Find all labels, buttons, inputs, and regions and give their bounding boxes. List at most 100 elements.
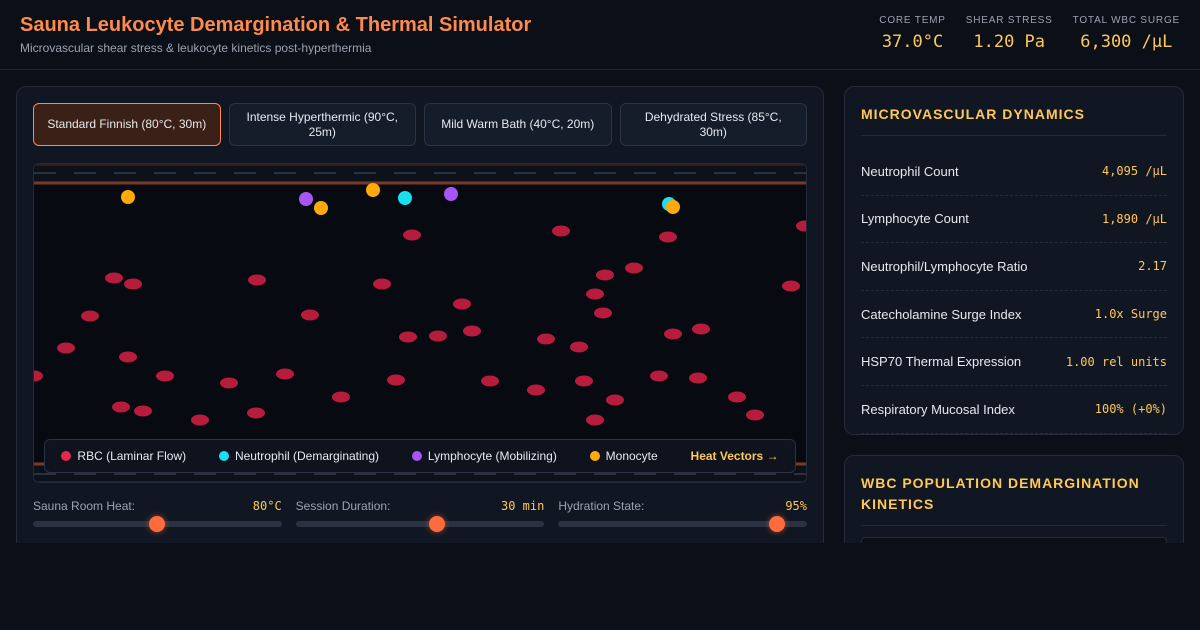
preset-bar: Standard Finnish (80°C, 30m) Intense Hyp… <box>33 103 807 146</box>
hydration-state-slider[interactable] <box>558 516 808 532</box>
sauna-heat-slider-thumb[interactable] <box>149 516 166 532</box>
rbc-cell <box>34 370 43 382</box>
sauna-heat-slider[interactable] <box>33 516 282 532</box>
lymphocyte-cell <box>299 192 313 206</box>
rbc-cell <box>782 280 800 292</box>
session-duration-control: Session Duration: 30 min <box>295 499 545 532</box>
header-stats: CORE TEMP 37.0°C SHEAR STRESS 1.20 Pa TO… <box>879 15 1180 52</box>
legend-neutrophil: Neutrophil (Demarginating) <box>218 449 380 463</box>
cell-legend: RBC (Laminar Flow) Neutrophil (Demargina… <box>44 439 796 473</box>
rbc-cell <box>659 231 677 243</box>
neutrophil-cell <box>398 191 412 205</box>
metric-row: HSP70 Thermal Expression 1.00 rel units <box>861 338 1167 386</box>
rbc-cell <box>156 370 174 382</box>
preset-dehydrated-stress-button[interactable]: Dehydrated Stress (85°C, 30m) <box>619 103 807 146</box>
rbc-cell <box>247 407 265 419</box>
rbc-cell <box>105 272 123 284</box>
metric-row: Respiratory Mucosal Index 100% (+0%) <box>861 386 1167 434</box>
rbc-cell <box>650 370 668 382</box>
lymphocyte-cell <box>444 187 458 201</box>
stat-value: 37.0°C <box>881 32 944 52</box>
metric-label: Catecholamine Surge Index <box>861 306 1022 322</box>
stat-core-temp: CORE TEMP 37.0°C <box>879 15 945 52</box>
preset-standard-finnish-button[interactable]: Standard Finnish (80°C, 30m) <box>33 103 221 146</box>
metric-value: 4,095 /µL <box>1101 164 1167 179</box>
sauna-heat-label: Sauna Room Heat: <box>33 499 136 513</box>
rbc-cell <box>119 351 137 363</box>
rbc-dot-icon <box>61 451 72 461</box>
rbc-cell <box>692 323 710 335</box>
rbc-cell <box>746 409 764 421</box>
monocyte-cell <box>314 201 328 215</box>
metric-value: 1.0x Surge <box>1094 307 1167 322</box>
hydration-state-value: 95% <box>785 499 808 513</box>
metric-row: Neutrophil/Lymphocyte Ratio 2.17 <box>861 243 1167 291</box>
legend-lymphocyte: Lymphocyte (Mobilizing) <box>411 449 557 463</box>
metric-label: HSP70 Thermal Expression <box>861 354 1022 370</box>
heat-vectors-toggle[interactable]: Heat Vectors → <box>691 449 779 463</box>
rbc-cell <box>586 414 604 426</box>
rbc-cell <box>552 225 570 237</box>
metrics-list: Neutrophil Count 4,095 /µL Lymphocyte Co… <box>861 148 1167 434</box>
metric-value: 100% (+0%) <box>1094 402 1167 417</box>
rbc-cell <box>134 405 152 417</box>
rbc-cell <box>301 309 319 321</box>
vessel-svg <box>34 164 806 482</box>
lymphocyte-dot-icon <box>411 451 422 461</box>
metric-value: 2.17 <box>1138 259 1167 274</box>
rbc-cell <box>124 278 142 290</box>
metric-label: Neutrophil/Lymphocyte Ratio <box>861 258 1028 274</box>
rbc-cell <box>481 375 499 387</box>
rbc-cell <box>625 262 643 274</box>
rbc-cell <box>596 269 614 281</box>
control-sliders: Sauna Room Heat: 80°C Session Duration: … <box>33 499 808 532</box>
session-duration-value: 30 min <box>500 499 545 513</box>
hydration-state-slider-thumb[interactable] <box>769 516 786 532</box>
legend-neutrophil-label: Neutrophil (Demarginating) <box>234 449 380 463</box>
metric-label: Lymphocyte Count <box>861 211 969 227</box>
monocyte-dot-icon <box>589 451 600 461</box>
rbc-cell <box>220 377 238 389</box>
panel-title: WBC POPULATION DEMARGINATION KINETICS <box>861 473 1167 526</box>
metric-label: Neutrophil Count <box>861 163 959 179</box>
panel-title: MICROVASCULAR DYNAMICS <box>861 104 1167 136</box>
legend-monocyte-label: Monocyte <box>605 449 658 463</box>
monocyte-cell <box>121 190 135 204</box>
hydration-state-control: Hydration State: 95% <box>558 499 808 532</box>
session-duration-slider[interactable] <box>295 516 545 532</box>
legend-lymphocyte-label: Lymphocyte (Mobilizing) <box>427 449 557 463</box>
cell-layer <box>34 183 806 426</box>
sauna-heat-value: 80°C <box>252 499 282 513</box>
stat-label: CORE TEMP <box>879 15 946 26</box>
legend-rbc: RBC (Laminar Flow) <box>61 449 186 463</box>
simulator-panel: Standard Finnish (80°C, 30m) Intense Hyp… <box>16 86 824 556</box>
rbc-cell <box>606 394 624 406</box>
hydration-state-label: Hydration State: <box>558 499 645 513</box>
rbc-cell <box>57 342 75 354</box>
monocyte-cell <box>666 200 680 214</box>
rbc-cell <box>570 341 588 353</box>
rbc-cell <box>728 391 746 403</box>
rbc-cell <box>537 333 555 345</box>
preset-mild-warm-bath-button[interactable]: Mild Warm Bath (40°C, 20m) <box>424 103 612 146</box>
rbc-cell <box>191 414 209 426</box>
metric-row: Neutrophil Count 4,095 /µL <box>861 148 1167 196</box>
stat-total-wbc: TOTAL WBC SURGE 6,300 /µL <box>1073 15 1180 52</box>
page-title: Sauna Leukocyte Demargination & Thermal … <box>20 14 532 36</box>
rbc-cell <box>664 328 682 340</box>
preset-intense-hyperthermic-button[interactable]: Intense Hyperthermic (90°C, 25m) <box>228 103 416 146</box>
session-duration-slider-thumb[interactable] <box>429 516 446 532</box>
rbc-cell <box>575 375 593 387</box>
stat-label: SHEAR STRESS <box>965 15 1053 26</box>
vessel-canvas[interactable]: RBC (Laminar Flow) Neutrophil (Demargina… <box>33 163 807 483</box>
metric-row: Catecholamine Surge Index 1.0x Surge <box>861 291 1167 339</box>
metric-value: 1,890 /µL <box>1101 211 1167 226</box>
neutrophil-dot-icon <box>218 451 229 461</box>
rbc-cell <box>276 368 294 380</box>
rbc-cell <box>332 391 350 403</box>
rbc-cell <box>112 401 130 413</box>
rbc-cell <box>373 278 391 290</box>
rbc-cell <box>594 307 612 319</box>
session-duration-label: Session Duration: <box>295 499 391 513</box>
sauna-heat-control: Sauna Room Heat: 80°C <box>33 499 282 532</box>
